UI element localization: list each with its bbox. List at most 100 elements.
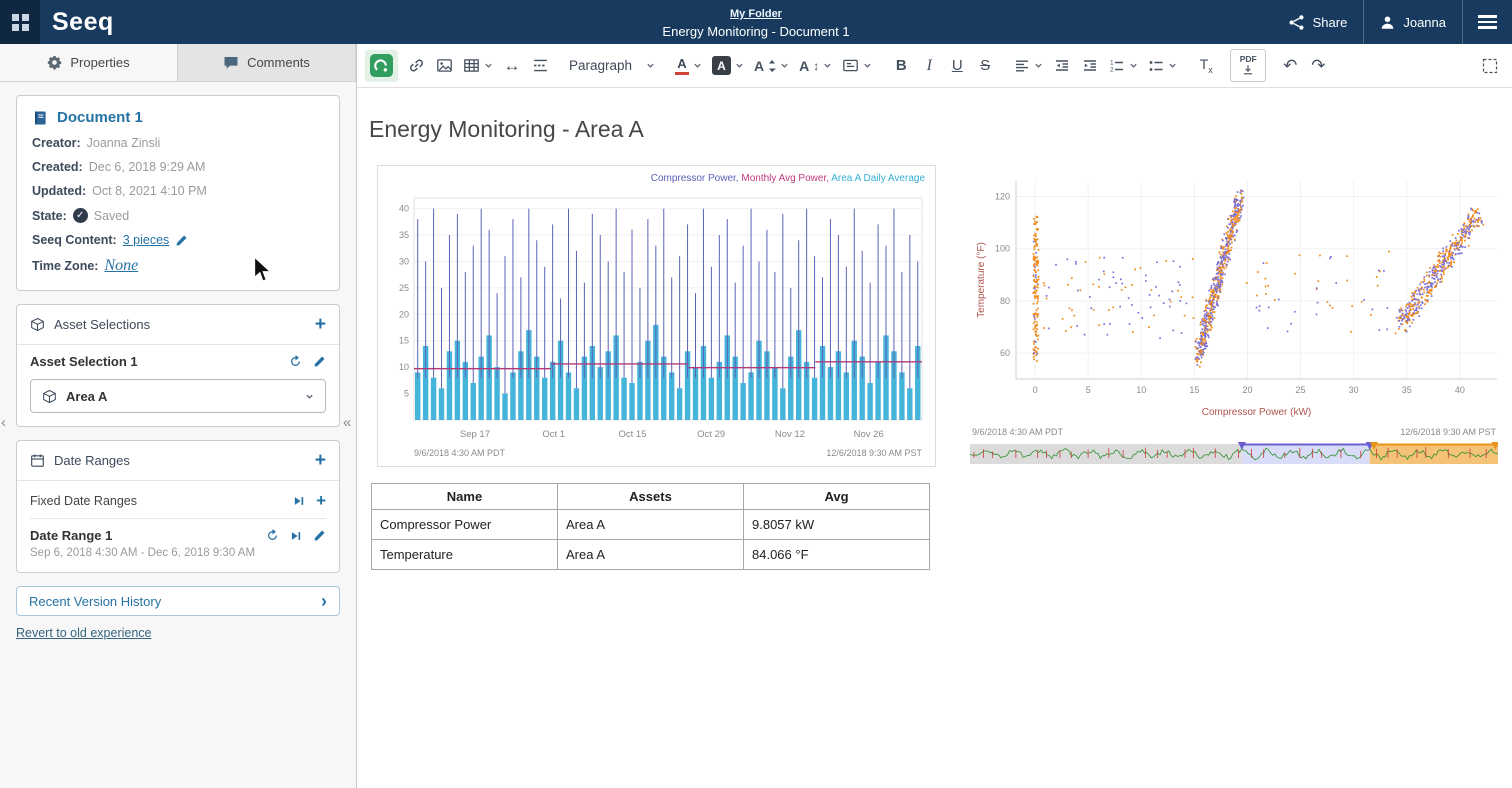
dashed-selection-icon <box>1482 58 1498 74</box>
tab-comments[interactable]: Comments <box>178 44 356 81</box>
ordered-list-icon: 12 <box>1109 58 1125 74</box>
highlight-color-button[interactable]: A <box>707 50 749 82</box>
scatter-content[interactable]: 05101520253035406080100120Temperature (°… <box>970 173 1505 467</box>
svg-text:40: 40 <box>1455 385 1465 395</box>
document-title-row: Document 1 <box>32 109 324 126</box>
updown-arrow-icon: ↕ <box>813 59 819 73</box>
chevron-down-icon <box>1034 61 1043 70</box>
svg-text:2: 2 <box>1110 66 1114 73</box>
sidebar-tabs: Properties Comments <box>0 44 356 82</box>
journal-icon <box>32 110 48 126</box>
text-color-button[interactable]: A <box>670 50 707 82</box>
table-row: Temperature Area A 84.066 °F <box>372 540 930 570</box>
align-button[interactable] <box>1009 50 1048 82</box>
text-box-button[interactable] <box>837 50 877 82</box>
svg-text:12/6/2018 9:30 AM PST: 12/6/2018 9:30 AM PST <box>826 448 922 458</box>
share-button[interactable]: Share <box>1272 0 1364 44</box>
insert-seeq-content-button[interactable] <box>365 50 398 82</box>
horizontal-rule-button[interactable]: ↔ <box>498 50 526 82</box>
svg-text:Compressor Power (kW): Compressor Power (kW) <box>1202 407 1311 418</box>
table-icon <box>463 57 480 74</box>
refresh-icon[interactable] <box>266 529 279 542</box>
seeq-logo[interactable]: Seeq <box>52 8 114 37</box>
seeq-content-link[interactable]: 3 pieces <box>123 233 170 247</box>
chevron-down-icon <box>646 61 655 70</box>
revert-link[interactable]: Revert to old experience <box>16 626 152 640</box>
tab-properties[interactable]: Properties <box>0 44 178 81</box>
column-header: Name <box>372 484 558 510</box>
svg-text:0: 0 <box>1033 385 1038 395</box>
svg-text:35: 35 <box>399 230 409 240</box>
clear-formatting-button[interactable]: Tx <box>1192 50 1220 82</box>
comment-bubble-icon <box>223 55 239 71</box>
top-bar: Seeq My Folder Energy Monitoring - Docum… <box>0 0 1512 44</box>
fixed-date-ranges-row: Fixed Date Ranges + <box>30 490 326 519</box>
range-end-label: 12/6/2018 9:30 AM PST <box>1400 427 1496 437</box>
insert-image-button[interactable] <box>430 50 458 82</box>
underline-button[interactable]: U <box>943 50 971 82</box>
bar-chart-content[interactable]: Compressor Power, Monthly Avg Power, Are… <box>377 165 936 467</box>
bullet-list-button[interactable] <box>1143 50 1182 82</box>
pdf-export-button[interactable]: PDF <box>1230 49 1266 82</box>
seeq-content-icon <box>370 54 393 77</box>
edit-content-icon[interactable] <box>175 234 188 247</box>
asset-dropdown[interactable]: Area A <box>30 379 326 413</box>
paragraph-style-dropdown[interactable]: Paragraph <box>564 50 660 82</box>
app-switcher-button[interactable] <box>0 0 40 44</box>
edit-asset-selection-icon[interactable] <box>313 355 326 368</box>
date-ranges-card: Date Ranges + Fixed Date Ranges + Date R… <box>16 440 340 573</box>
select-all-button[interactable] <box>1476 50 1504 82</box>
left-edge-collapse-handle[interactable]: ‹ <box>1 414 6 431</box>
bold-button[interactable]: B <box>887 50 915 82</box>
breadcrumb[interactable]: My Folder <box>730 8 782 20</box>
outdent-button[interactable] <box>1048 50 1076 82</box>
table-cell: Area A <box>558 510 744 540</box>
table-cell: 84.066 °F <box>744 540 930 570</box>
date-ranges-header: Date Ranges + <box>17 441 339 481</box>
font-size-button[interactable]: A <box>749 50 794 82</box>
add-fixed-range-button[interactable]: + <box>316 492 326 509</box>
bullet-list-icon <box>1148 58 1164 74</box>
step-to-end-icon[interactable] <box>293 495 305 507</box>
strikethrough-button[interactable]: S <box>971 50 999 82</box>
line-height-button[interactable]: A↕ <box>794 50 837 82</box>
column-header: Avg <box>744 484 930 510</box>
chevron-down-icon <box>863 61 872 70</box>
hamburger-menu-button[interactable] <box>1463 15 1512 29</box>
asset-cube-icon <box>42 389 57 404</box>
table-row: Compressor Power Area A 9.8057 kW <box>372 510 930 540</box>
date-range-value: Sep 6, 2018 4:30 AM - Dec 6, 2018 9:30 A… <box>30 547 326 559</box>
image-icon <box>436 57 453 74</box>
add-asset-selection-button[interactable]: + <box>315 315 326 334</box>
svg-text:Oct 1: Oct 1 <box>542 429 565 440</box>
insert-table-button[interactable] <box>458 50 498 82</box>
user-menu[interactable]: Joanna <box>1364 0 1462 44</box>
step-to-end-icon[interactable] <box>290 530 302 542</box>
indent-button[interactable] <box>1076 50 1104 82</box>
refresh-icon[interactable] <box>289 355 302 368</box>
document-name: Document 1 <box>57 109 143 126</box>
svg-text:25: 25 <box>399 283 409 293</box>
svg-text:9/6/2018 4:30 AM PDT: 9/6/2018 4:30 AM PDT <box>414 448 506 458</box>
page-break-button[interactable] <box>526 50 554 82</box>
svg-text:10: 10 <box>399 362 409 372</box>
insert-link-button[interactable] <box>402 50 430 82</box>
timezone-link[interactable]: None <box>104 257 138 275</box>
version-history-button[interactable]: Recent Version History › <box>16 586 340 616</box>
edit-date-range-icon[interactable] <box>313 529 326 542</box>
undo-button[interactable]: ↶ <box>1276 50 1304 82</box>
user-icon <box>1380 15 1395 30</box>
asset-selections-card: Asset Selections + Asset Selection 1 Are… <box>16 304 340 427</box>
document-canvas[interactable]: Energy Monitoring - Area A Compressor Po… <box>357 88 1512 788</box>
redo-button[interactable]: ↷ <box>1304 50 1332 82</box>
table-cell: Temperature <box>372 540 558 570</box>
italic-button[interactable]: I <box>915 50 943 82</box>
add-date-range-button[interactable]: + <box>315 451 326 470</box>
highlight-color-icon: A <box>712 56 731 75</box>
ordered-list-button[interactable]: 12 <box>1104 50 1143 82</box>
sidebar-collapse-handle[interactable]: « <box>343 414 351 431</box>
bar-chart: 510152025303540Sep 17Oct 1Oct 15Oct 29No… <box>384 184 929 464</box>
table-cell: 9.8057 kW <box>744 510 930 540</box>
svg-text:5: 5 <box>404 389 409 399</box>
chevron-down-icon <box>735 61 744 70</box>
